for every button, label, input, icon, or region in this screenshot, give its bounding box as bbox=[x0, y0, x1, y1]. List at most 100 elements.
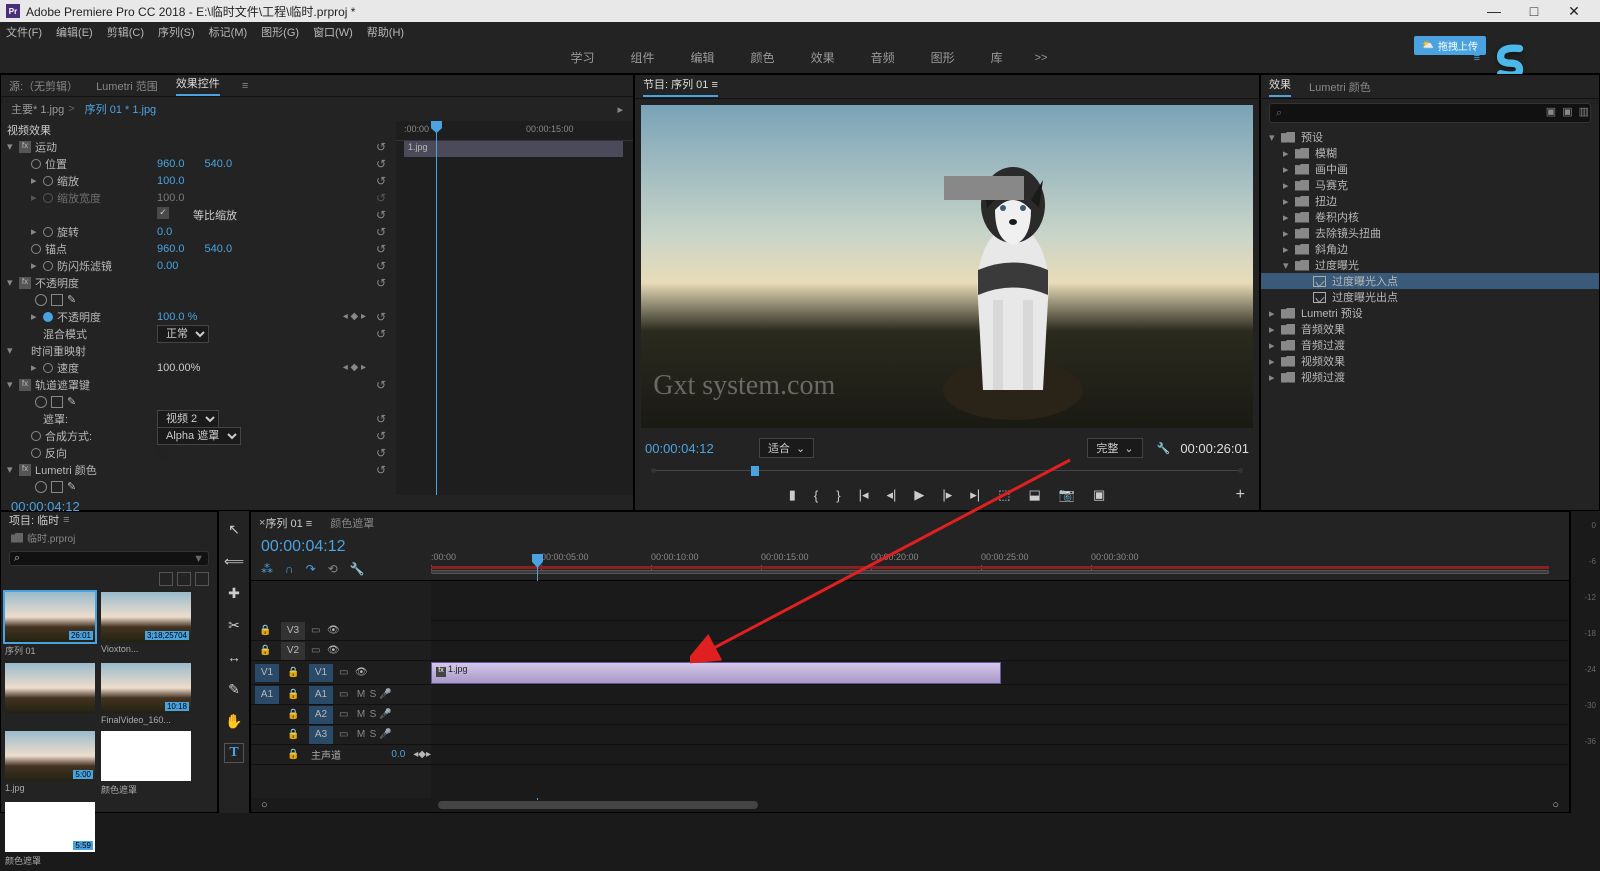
ws-overflow[interactable]: >> bbox=[1035, 52, 1048, 64]
voice-icon[interactable]: 🎤 bbox=[379, 709, 391, 720]
track-target-a3[interactable]: A3 bbox=[309, 726, 333, 744]
mask-rect-icon[interactable] bbox=[51, 396, 63, 408]
ec-speed-value[interactable]: 100.00% bbox=[157, 362, 200, 374]
menu-help[interactable]: 帮助(H) bbox=[367, 24, 404, 40]
selection-tool-icon[interactable]: ↖ bbox=[224, 519, 244, 539]
filter-type-icon[interactable] bbox=[159, 572, 173, 586]
in-point-icon[interactable]: { bbox=[814, 488, 818, 503]
effect-badge-icon[interactable]: ▣ bbox=[1562, 105, 1572, 118]
project-search-input[interactable] bbox=[20, 553, 189, 564]
mask-ellipse-icon[interactable] bbox=[35, 294, 47, 306]
reset-icon[interactable]: ↺ bbox=[376, 378, 386, 392]
ec-opacity[interactable]: 不透明度 bbox=[35, 275, 79, 291]
menu-sequence[interactable]: 序列(S) bbox=[158, 24, 195, 40]
reset-icon[interactable]: ↺ bbox=[376, 259, 386, 273]
ec-timeremap[interactable]: 时间重映射 bbox=[31, 343, 86, 359]
mask-pen-icon[interactable]: ✎ bbox=[67, 480, 76, 493]
lock-icon[interactable]: 🔒 bbox=[287, 749, 297, 760]
reset-icon[interactable]: ↺ bbox=[376, 310, 386, 324]
keyframe-nav[interactable]: ◂ ◆ ▸ bbox=[343, 311, 366, 322]
timeline-tab-secondary[interactable]: 颜色遮罩 bbox=[330, 515, 374, 531]
go-to-out-icon[interactable]: ▸| bbox=[970, 487, 980, 503]
effect-controls-timeline[interactable]: :00:0000:00:15:00 1.jpg bbox=[396, 121, 633, 495]
reset-icon[interactable]: ↺ bbox=[376, 412, 386, 426]
effects-tree-item[interactable]: 过度曝光入点 bbox=[1261, 273, 1599, 289]
project-item[interactable]: 10:18FinalVideo_160... bbox=[101, 663, 191, 725]
track-target-a1[interactable]: A1 bbox=[309, 686, 333, 704]
solo-icon[interactable]: S bbox=[367, 689, 379, 700]
effects-tree-item[interactable]: ▾过度曝光 bbox=[1261, 257, 1599, 273]
ec-anchor-x[interactable]: 960.0 bbox=[157, 243, 185, 255]
export-frame-icon[interactable]: 📷 bbox=[1059, 487, 1075, 503]
mask-ellipse-icon[interactable] bbox=[35, 396, 47, 408]
step-back-icon[interactable]: ◂| bbox=[886, 487, 896, 503]
keyframe-icon[interactable]: ◂◆▸ bbox=[413, 749, 431, 760]
project-thumbnail[interactable]: 5:59 bbox=[5, 802, 95, 852]
fx-icon[interactable]: fx bbox=[19, 379, 31, 391]
reset-icon[interactable]: ↺ bbox=[376, 225, 386, 239]
ec-lumetri-color[interactable]: Lumetri 颜色 bbox=[35, 462, 97, 478]
mask-ellipse-icon[interactable] bbox=[35, 481, 47, 493]
lock-icon[interactable]: 🔒 bbox=[259, 645, 269, 656]
solo-icon[interactable]: S bbox=[367, 709, 379, 720]
ws-graphics[interactable]: 图形 bbox=[931, 49, 955, 66]
mute-icon[interactable]: M bbox=[355, 709, 367, 720]
lock-icon[interactable]: 🔒 bbox=[287, 667, 297, 678]
project-thumbnail[interactable]: 5:00 bbox=[5, 731, 95, 781]
source-patch-v1[interactable]: V1 bbox=[255, 664, 279, 682]
lock-icon[interactable]: 🔒 bbox=[259, 625, 269, 636]
filter-type-icon[interactable] bbox=[195, 572, 209, 586]
reset-icon[interactable]: ↺ bbox=[376, 463, 386, 477]
maximize-button[interactable]: □ bbox=[1514, 3, 1554, 19]
ec-opacity-value[interactable]: 100.0 % bbox=[157, 311, 197, 323]
effects-tree-item[interactable]: ▾预设 bbox=[1261, 129, 1599, 145]
marker-icon[interactable]: ▮ bbox=[789, 487, 796, 503]
step-forward-icon[interactable]: |▸ bbox=[942, 487, 952, 503]
tab-source[interactable]: 源:（无剪辑） bbox=[9, 78, 78, 94]
tab-lumetri-color[interactable]: Lumetri 颜色 bbox=[1309, 79, 1371, 95]
ec-antiflicker-value[interactable]: 0.00 bbox=[157, 260, 178, 272]
mask-pen-icon[interactable]: ✎ bbox=[67, 395, 76, 408]
ripple-edit-tool-icon[interactable]: ✚ bbox=[224, 583, 244, 603]
menu-marker[interactable]: 标记(M) bbox=[209, 24, 248, 40]
eye-icon[interactable]: 👁 bbox=[327, 645, 340, 656]
eye-icon[interactable]: 👁 bbox=[355, 667, 368, 678]
effects-tree-item[interactable]: ▸去除镜头扭曲 bbox=[1261, 225, 1599, 241]
project-thumbnail[interactable]: 10:18 bbox=[101, 663, 191, 713]
eye-icon[interactable]: 👁 bbox=[327, 625, 340, 636]
effects-tree-item[interactable]: 过度曝光出点 bbox=[1261, 289, 1599, 305]
tab-effect-controls[interactable]: 效果控件 bbox=[176, 75, 220, 96]
track-target-v3[interactable]: V3 bbox=[281, 622, 305, 640]
reset-icon[interactable]: ↺ bbox=[376, 140, 386, 154]
project-items[interactable]: 26:01序列 013;18;25704Vioxton...10:18Final… bbox=[1, 588, 217, 871]
hand-tool-icon[interactable]: ✋ bbox=[224, 711, 244, 731]
slip-tool-icon[interactable]: ↔ bbox=[224, 647, 244, 667]
close-button[interactable]: ✕ bbox=[1554, 3, 1594, 20]
resolution-select[interactable]: 完整 ⌄ bbox=[1087, 438, 1142, 458]
keyframe-toggle-icon[interactable] bbox=[43, 227, 53, 237]
output-toggle-icon[interactable]: ▭ bbox=[311, 645, 321, 656]
ec-position-y[interactable]: 540.0 bbox=[205, 158, 233, 170]
upload-badge-button[interactable]: ⛅拖拽上传 bbox=[1414, 36, 1486, 55]
fx-icon[interactable]: fx bbox=[19, 141, 31, 153]
output-toggle-icon[interactable]: ▭ bbox=[339, 667, 349, 678]
tl-wrench-icon[interactable]: 🔧 bbox=[350, 562, 365, 576]
program-timecode[interactable]: 00:00:04:12 bbox=[645, 441, 755, 456]
lift-icon[interactable]: ⬚ bbox=[998, 487, 1010, 503]
reset-icon[interactable]: ↺ bbox=[376, 208, 386, 222]
effects-tree-item[interactable]: ▸斜角边 bbox=[1261, 241, 1599, 257]
marker-icon[interactable]: ↷ bbox=[306, 562, 316, 576]
keyframe-toggle-icon[interactable] bbox=[43, 363, 53, 373]
project-item[interactable]: 5:59颜色遮罩 bbox=[5, 802, 95, 867]
effects-tree-item[interactable]: ▸画中画 bbox=[1261, 161, 1599, 177]
extract-icon[interactable]: ⬓ bbox=[1028, 487, 1040, 503]
timeline-tab[interactable]: 序列 01 ≡ bbox=[265, 515, 312, 531]
program-scrubber[interactable] bbox=[645, 462, 1249, 480]
menu-clip[interactable]: 剪辑(C) bbox=[107, 24, 144, 40]
project-item[interactable]: 3;18;25704Vioxton... bbox=[101, 592, 191, 657]
menu-window[interactable]: 窗口(W) bbox=[313, 24, 353, 40]
source-patch-a1[interactable]: A1 bbox=[255, 686, 279, 704]
effects-tree-item[interactable]: ▸马赛克 bbox=[1261, 177, 1599, 193]
voice-icon[interactable]: 🎤 bbox=[379, 689, 391, 700]
comparison-icon[interactable]: ▣ bbox=[1093, 487, 1105, 503]
